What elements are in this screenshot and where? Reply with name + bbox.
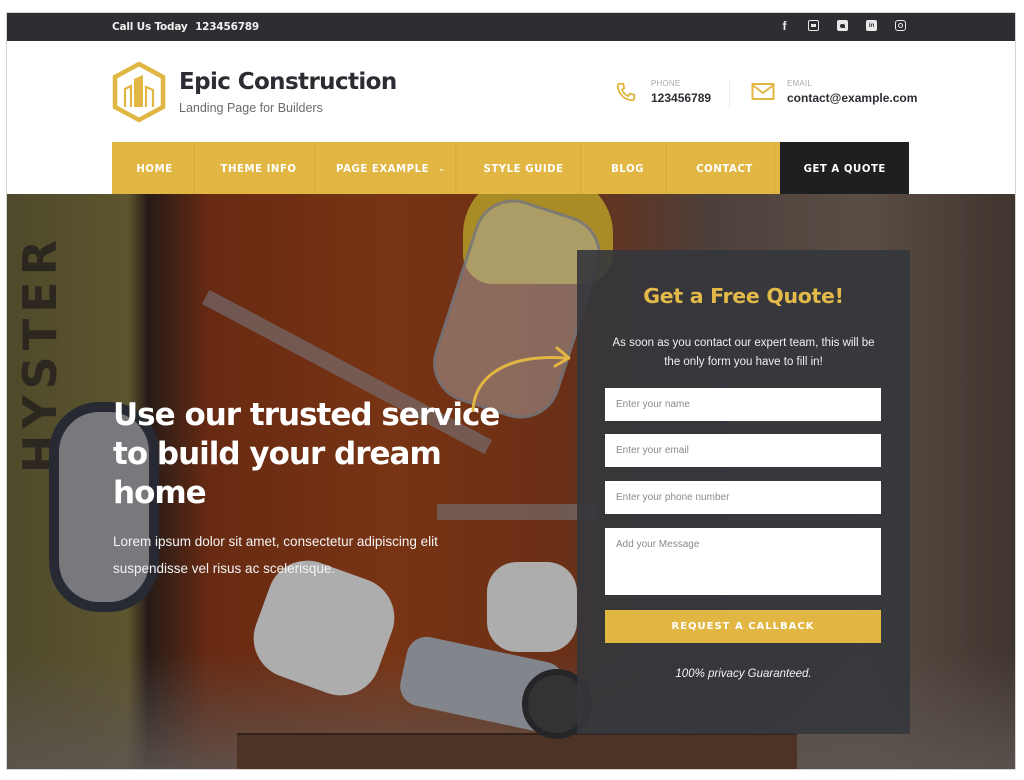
top-bar: Call Us Today 123456789 f in <box>7 13 1015 41</box>
header-phone: PHONE 123456789 <box>615 79 711 105</box>
social-links: f in <box>779 19 906 33</box>
nav-item-theme-info[interactable]: THEME INFO <box>203 142 316 194</box>
header-divider <box>729 79 730 109</box>
nav-item-blog[interactable]: BLOG <box>589 142 667 194</box>
quote-form-title: Get a Free Quote! <box>643 284 844 308</box>
hero-text: Lorem ipsum dolor sit amet, consectetur … <box>113 534 438 576</box>
chevron-down-icon: ⌄ <box>438 163 446 173</box>
youtube-icon[interactable] <box>808 20 819 31</box>
nav-label: HOME <box>136 161 173 175</box>
email-input[interactable] <box>605 434 881 467</box>
facebook-icon[interactable]: f <box>779 19 790 33</box>
call-label: Call Us Today <box>112 21 188 33</box>
nav-item-page-example[interactable]: PAGE EXAMPLE ⌄ <box>326 142 457 194</box>
cta-label: GET A QUOTE <box>803 161 886 175</box>
nav-item-style-guide[interactable]: STYLE GUIDE <box>467 142 582 194</box>
call-us-text: Call Us Today 123456789 <box>112 21 263 33</box>
linkedin-icon[interactable]: in <box>866 20 877 31</box>
get-a-quote-button[interactable]: GET A QUOTE <box>780 142 909 194</box>
email-value[interactable]: contact@example.com <box>787 91 917 105</box>
phone-value[interactable]: 123456789 <box>651 91 711 105</box>
hero-title: Use our trusted service to build your dr… <box>113 397 500 511</box>
phone-label: PHONE <box>651 79 681 88</box>
main-nav: HOME THEME INFO PAGE EXAMPLE ⌄ STYLE GUID… <box>112 142 909 194</box>
hero-section: HYSTER Use our trusted service to build … <box>7 194 1015 769</box>
nav-label: PAGE EXAMPLE <box>336 161 430 175</box>
quote-form: Get a Free Quote! As soon as you contact… <box>577 250 910 734</box>
nav-item-home[interactable]: HOME <box>115 142 195 194</box>
instagram-icon[interactable] <box>895 20 906 31</box>
call-number[interactable]: 123456789 <box>195 21 259 33</box>
nav-label: BLOG <box>611 161 644 175</box>
quote-form-subtitle: As soon as you contact our expert team, … <box>612 337 875 368</box>
phone-input[interactable] <box>605 481 881 514</box>
message-textarea[interactable] <box>605 528 881 595</box>
brand-subtitle: Landing Page for Builders <box>179 101 323 115</box>
curved-arrow-icon <box>471 346 571 412</box>
logo-icon[interactable] <box>111 61 167 123</box>
nav-label: STYLE GUIDE <box>483 161 564 175</box>
browser-frame: Call Us Today 123456789 f in Epic Constr… <box>6 12 1016 770</box>
twitter-icon[interactable] <box>837 20 848 31</box>
nav-label: CONTACT <box>696 161 753 175</box>
email-label: EMAIL <box>787 79 813 88</box>
nav-label: THEME INFO <box>220 161 297 175</box>
name-input[interactable] <box>605 388 881 421</box>
email-icon <box>751 83 775 100</box>
nav-item-contact[interactable]: CONTACT <box>674 142 776 194</box>
header-email: EMAIL contact@example.com <box>751 79 917 105</box>
brand-title[interactable]: Epic Construction <box>179 69 397 95</box>
phone-icon <box>616 82 636 102</box>
privacy-note: 100% privacy Guaranteed. <box>675 668 812 680</box>
request-callback-button[interactable]: REQUEST A CALLBACK <box>605 610 881 643</box>
